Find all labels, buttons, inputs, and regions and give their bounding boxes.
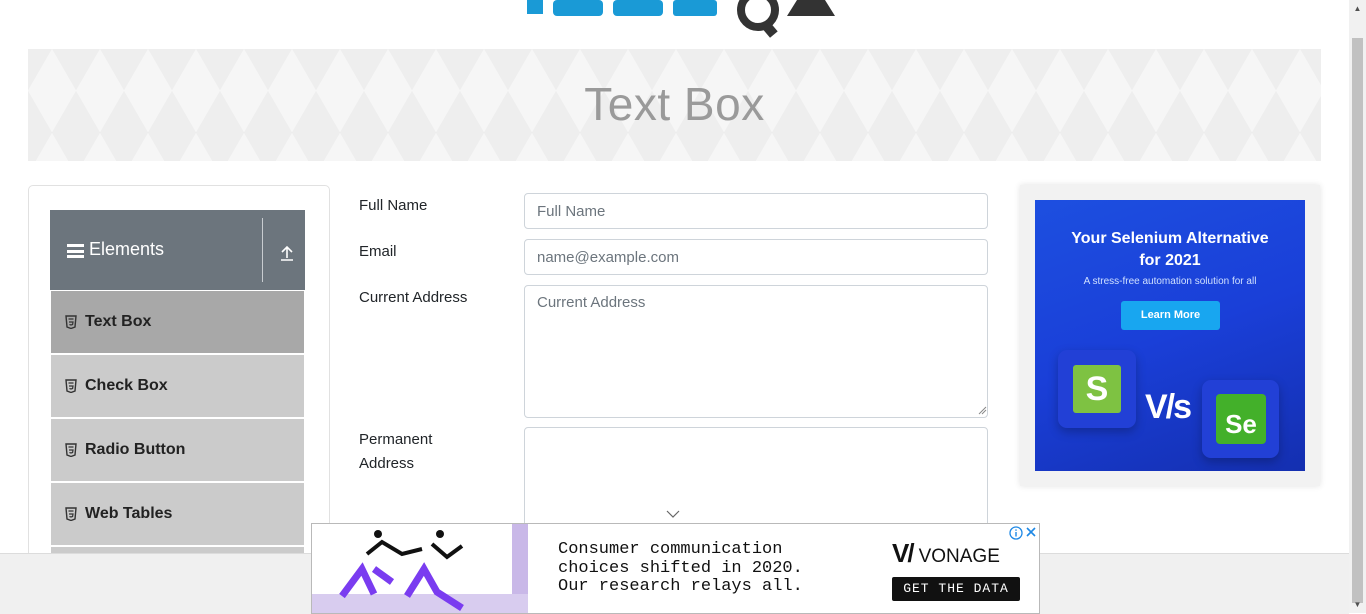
current-address-label: Current Address <box>359 289 468 306</box>
current-address-input[interactable] <box>524 285 988 418</box>
ad-vonage[interactable]: Consumer communication choices shifted i… <box>311 523 1040 614</box>
ad-s-logo-tile: S <box>1058 350 1136 428</box>
sidebar-item-text-box[interactable]: Text Box <box>51 291 304 353</box>
sidebar-group-elements[interactable]: Elements <box>50 210 305 290</box>
vonage-logo-icon: V/ <box>892 538 915 568</box>
toolsqa-logo[interactable] <box>525 0 845 40</box>
full-name-label: Full Name <box>359 197 428 214</box>
chevron-down-icon[interactable] <box>666 509 680 519</box>
ad-vs-text: V/s <box>1145 388 1192 426</box>
ad-se-logo-tile: Se <box>1202 380 1279 458</box>
ad-bottom-text: Consumer communication choices shifted i… <box>558 540 803 596</box>
sidebar-group-title: Elements <box>89 239 165 259</box>
close-icon[interactable] <box>1024 525 1038 539</box>
ad-subtext: A stress-free automation solution for al… <box>1083 276 1257 287</box>
ad-headline: Your Selenium Alternative for 2021 <box>1071 230 1269 269</box>
ad-cta-button[interactable]: GET THE DATA <box>892 577 1020 601</box>
page-banner: Text Box <box>28 49 1321 161</box>
email-label: Email <box>359 243 397 260</box>
ad-s-logo: S <box>1073 365 1121 413</box>
page-title: Text Box <box>584 78 765 130</box>
ad-runners-illustration <box>312 524 528 613</box>
permanent-address-input[interactable] <box>524 427 988 527</box>
scroll-up-arrow-icon[interactable]: ▲ <box>1349 0 1366 17</box>
permanent-address-label: Permanent Address <box>359 431 433 472</box>
ad-se-logo: Se <box>1216 394 1266 444</box>
ad-brand: V/VONAGE <box>892 538 1000 568</box>
info-icon[interactable] <box>1009 526 1023 540</box>
resize-handle-icon[interactable] <box>978 406 987 415</box>
email-input[interactable] <box>524 239 988 275</box>
divider <box>262 218 263 282</box>
sidebar-item-label: Check Box <box>85 377 168 394</box>
ad-selenium-alternative[interactable]: Your Selenium Alternative for 2021 A str… <box>1035 200 1305 471</box>
ad-learn-more-button[interactable]: Learn More <box>1121 301 1220 330</box>
sidebar-item-label: Text Box <box>85 313 152 330</box>
sidebar-item-web-tables[interactable]: Web Tables <box>51 483 304 545</box>
sidebar-item-radio-button[interactable]: Radio Button <box>51 419 304 481</box>
html5-icon <box>65 443 77 457</box>
scroll-down-arrow-icon[interactable]: ▼ <box>1349 596 1366 613</box>
sidebar-item-check-box[interactable]: Check Box <box>51 355 304 417</box>
sidebar-item-label: Web Tables <box>85 505 173 522</box>
html5-icon <box>65 315 77 329</box>
full-name-input[interactable] <box>524 193 988 229</box>
html5-icon <box>65 507 77 521</box>
collapse-arrow-icon[interactable] <box>278 244 296 262</box>
sidebar-item-label: Radio Button <box>85 441 186 458</box>
html5-icon <box>65 379 77 393</box>
scrollbar-thumb[interactable] <box>1352 38 1363 603</box>
menu-icon <box>67 244 84 258</box>
